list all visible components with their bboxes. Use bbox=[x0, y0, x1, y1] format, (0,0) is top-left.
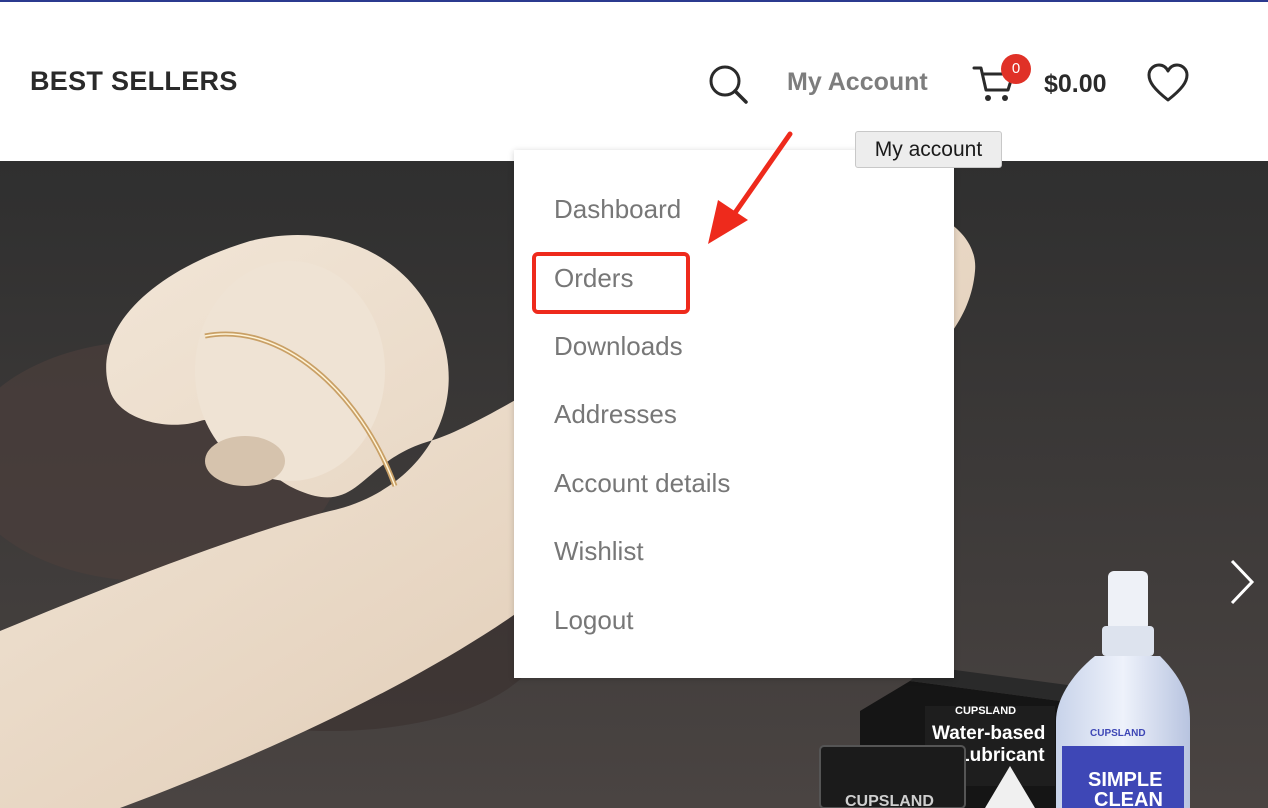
svg-text:CUPSLAND: CUPSLAND bbox=[1090, 728, 1146, 739]
heart-icon[interactable] bbox=[1146, 62, 1190, 106]
my-account-link[interactable]: My Account bbox=[787, 68, 928, 97]
site-header: BEST SELLERS My Account 0 $0.00 bbox=[0, 2, 1268, 161]
orders-highlight-box bbox=[532, 252, 690, 314]
box-brand-text: CUPSLAND bbox=[955, 705, 1016, 717]
menu-item-wishlist[interactable]: Wishlist bbox=[554, 536, 644, 567]
box-line2-text: Lubricant bbox=[958, 745, 1045, 766]
cart-button[interactable]: 0 $0.00 bbox=[970, 54, 1120, 110]
svg-text:CUPSLAND: CUPSLAND bbox=[845, 793, 934, 808]
nav-best-sellers[interactable]: BEST SELLERS bbox=[30, 66, 238, 97]
my-account-tooltip: My account bbox=[855, 131, 1002, 168]
menu-item-logout[interactable]: Logout bbox=[554, 605, 634, 636]
chevron-right-icon[interactable] bbox=[1222, 557, 1260, 607]
annotation-arrow-icon bbox=[708, 131, 793, 244]
svg-text:CLEAN: CLEAN bbox=[1094, 789, 1163, 808]
menu-item-downloads[interactable]: Downloads bbox=[554, 331, 683, 362]
box-line1-text: Water-based bbox=[932, 723, 1045, 744]
cart-total: $0.00 bbox=[1044, 70, 1107, 98]
menu-item-dashboard[interactable]: Dashboard bbox=[554, 194, 681, 225]
svg-text:SIMPLE: SIMPLE bbox=[1088, 769, 1162, 791]
menu-item-account-details[interactable]: Account details bbox=[554, 468, 730, 499]
cart-count-badge: 0 bbox=[1001, 54, 1031, 84]
menu-item-addresses[interactable]: Addresses bbox=[554, 399, 677, 430]
search-icon[interactable] bbox=[706, 62, 750, 106]
